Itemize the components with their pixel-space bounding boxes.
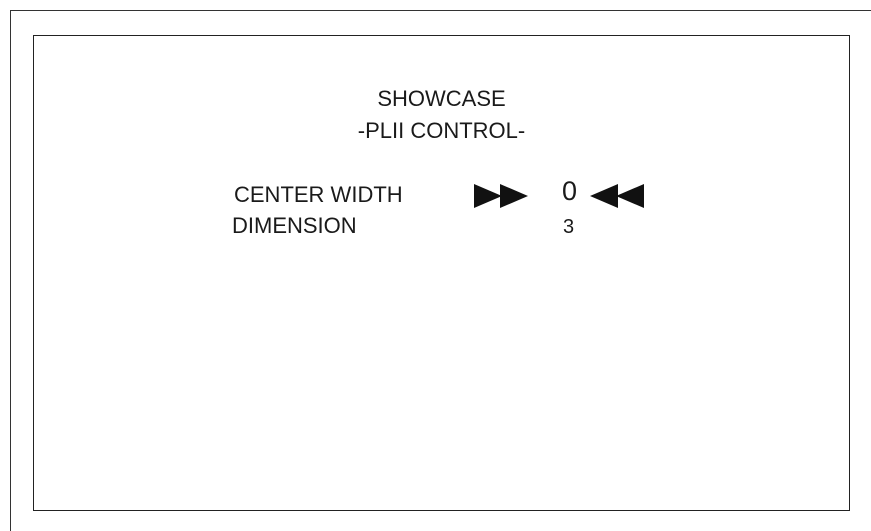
menu-title: SHOWCASE <box>377 86 506 111</box>
double-left-arrow-icon <box>590 184 654 208</box>
center-width-value[interactable]: 0 <box>562 176 577 206</box>
osd-screen: SHOWCASE -PLII CONTROL- CENTER WIDTH 0 D… <box>33 35 850 511</box>
center-width-label[interactable]: CENTER WIDTH <box>234 182 403 208</box>
dimension-label[interactable]: DIMENSION <box>232 213 357 239</box>
menu-subtitle: -PLII CONTROL- <box>357 118 526 143</box>
double-right-arrow-icon <box>474 184 538 208</box>
dimension-value[interactable]: 3 <box>563 215 574 239</box>
